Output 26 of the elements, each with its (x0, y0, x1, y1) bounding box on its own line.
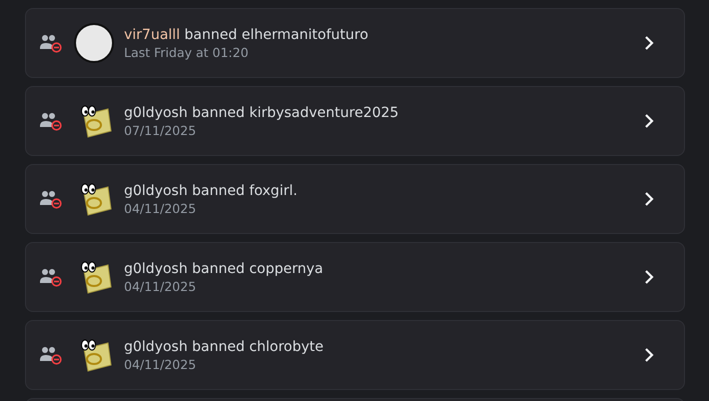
entry-title: g0ldyosh banned foxgirl. (124, 182, 298, 198)
chevron-right-icon (644, 347, 654, 363)
entry-title: vir7ualll banned elhermanitofuturo (124, 26, 370, 42)
timestamp: 07/11/2025 (124, 122, 198, 138)
member-ban-icon (40, 33, 62, 53)
timestamp: 04/11/2025 (124, 278, 198, 294)
audit-log-entry[interactable]: g0ldyosh banned coppernya 04/11/2025 (25, 242, 685, 312)
entry-title: g0ldyosh banned coppernya (124, 260, 324, 276)
timestamp: 04/11/2025 (124, 200, 198, 216)
chevron-right-icon (644, 113, 654, 129)
chevron-right-icon (644, 191, 654, 207)
entry-title: g0ldyosh banned kirbysadventure2025 (124, 104, 400, 120)
timestamp: Last Friday at 01:20 (124, 44, 250, 60)
audit-log-entry[interactable]: vir7ualll banned elhermanitofuturo Last Friday at 01:20 (25, 8, 685, 78)
timestamp: 04/11/2025 (124, 356, 198, 372)
avatar (74, 23, 114, 63)
audit-log-entry[interactable]: g0ldyosh banned foxgirl. 04/11/2025 (25, 164, 685, 234)
member-ban-icon (40, 267, 62, 287)
chevron-right-icon (644, 269, 654, 285)
entry-title: g0ldyosh banned chlorobyte (124, 338, 325, 354)
member-ban-icon (40, 189, 62, 209)
audit-log-entry[interactable]: g0ldyosh banned chlorobyte 04/11/2025 (25, 320, 685, 390)
audit-log-entry[interactable]: g0ldyosh banned kirbysadventure2025 07/11/2025 (25, 86, 685, 156)
member-ban-icon (40, 111, 62, 131)
chevron-right-icon (644, 35, 654, 51)
member-ban-icon (40, 345, 62, 365)
